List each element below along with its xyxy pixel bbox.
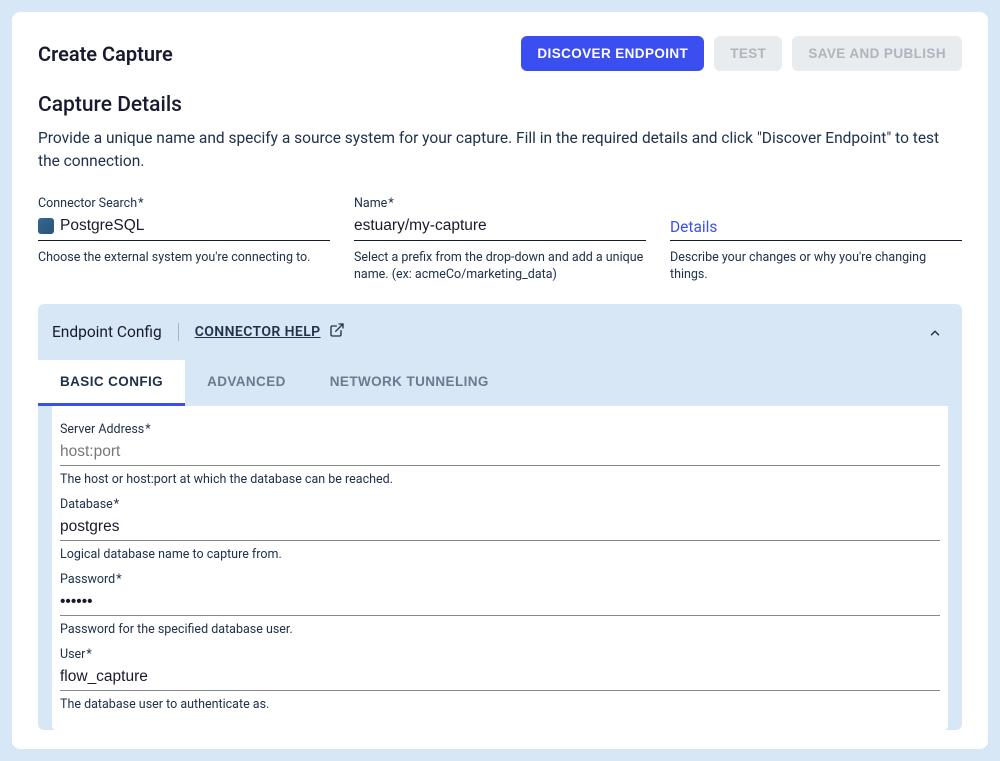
database-help: Logical database name to capture from. [60,547,940,562]
config-tabs: BASIC CONFIG ADVANCED NETWORK TUNNELING [38,360,962,406]
user-group: User The database user to authenticate a… [60,647,940,712]
password-help: Password for the specified database user… [60,622,940,637]
basic-config-form: Server Address The host or host:port at … [52,406,948,730]
name-label: Name [354,196,646,211]
tab-network-tunneling[interactable]: NETWORK TUNNELING [308,360,511,406]
tab-basic-config[interactable]: BASIC CONFIG [38,360,185,406]
details-link-field: x Details Describe your changes or why y… [670,196,962,284]
chevron-up-icon [928,325,942,339]
connector-input-wrap[interactable] [38,217,330,241]
test-button[interactable]: TEST [714,36,782,71]
config-body: Server Address The host or host:port at … [52,406,948,730]
user-help: The database user to authenticate as. [60,697,940,712]
server-address-group: Server Address The host or host:port at … [60,422,940,487]
endpoint-config-panel: Endpoint Config CONNECTOR HELP BASIC CON… [38,304,962,730]
user-label: User [60,647,940,662]
connector-help-label: CONNECTOR HELP [195,324,321,340]
name-input-wrap[interactable] [354,217,646,241]
action-buttons: DISCOVER ENDPOINT TEST SAVE AND PUBLISH [521,36,962,71]
name-input[interactable] [354,217,646,235]
connector-search-input[interactable] [60,217,330,235]
details-link-help: Describe your changes or why you're chan… [670,249,962,284]
section-description: Provide a unique name and specify a sour… [38,127,962,174]
postgresql-icon [38,218,54,234]
create-capture-card: Create Capture DISCOVER ENDPOINT TEST SA… [12,12,988,749]
server-address-help: The host or host:port at which the datab… [60,472,940,487]
database-input[interactable] [60,516,940,541]
server-address-label: Server Address [60,422,940,437]
details-link[interactable]: Details [670,218,717,240]
connector-field: Connector Search Choose the external sys… [38,196,330,284]
connector-help-link[interactable]: CONNECTOR HELP [195,322,345,342]
section-title: Capture Details [38,93,962,117]
password-group: Password Password for the specified data… [60,572,940,637]
details-link-wrap: Details [670,217,962,241]
endpoint-config-heading: Endpoint Config [52,323,179,341]
password-label: Password [60,572,940,587]
external-link-icon [329,322,345,342]
name-field: Name Select a prefix from the drop-down … [354,196,646,284]
page-title: Create Capture [38,42,173,66]
details-grid: Connector Search Choose the external sys… [38,196,962,284]
tab-advanced[interactable]: ADVANCED [185,360,308,406]
server-address-input[interactable] [60,441,940,466]
password-input[interactable] [60,591,940,616]
endpoint-config-header[interactable]: Endpoint Config CONNECTOR HELP [38,304,962,360]
discover-endpoint-button[interactable]: DISCOVER ENDPOINT [521,36,704,71]
user-input[interactable] [60,666,940,691]
header-row: Create Capture DISCOVER ENDPOINT TEST SA… [38,36,962,71]
connector-help-text: Choose the external system you're connec… [38,249,330,267]
database-label: Database [60,497,940,512]
connector-label: Connector Search [38,196,330,211]
save-and-publish-button[interactable]: SAVE AND PUBLISH [792,36,962,71]
database-group: Database Logical database name to captur… [60,497,940,562]
name-help-text: Select a prefix from the drop-down and a… [354,249,646,284]
